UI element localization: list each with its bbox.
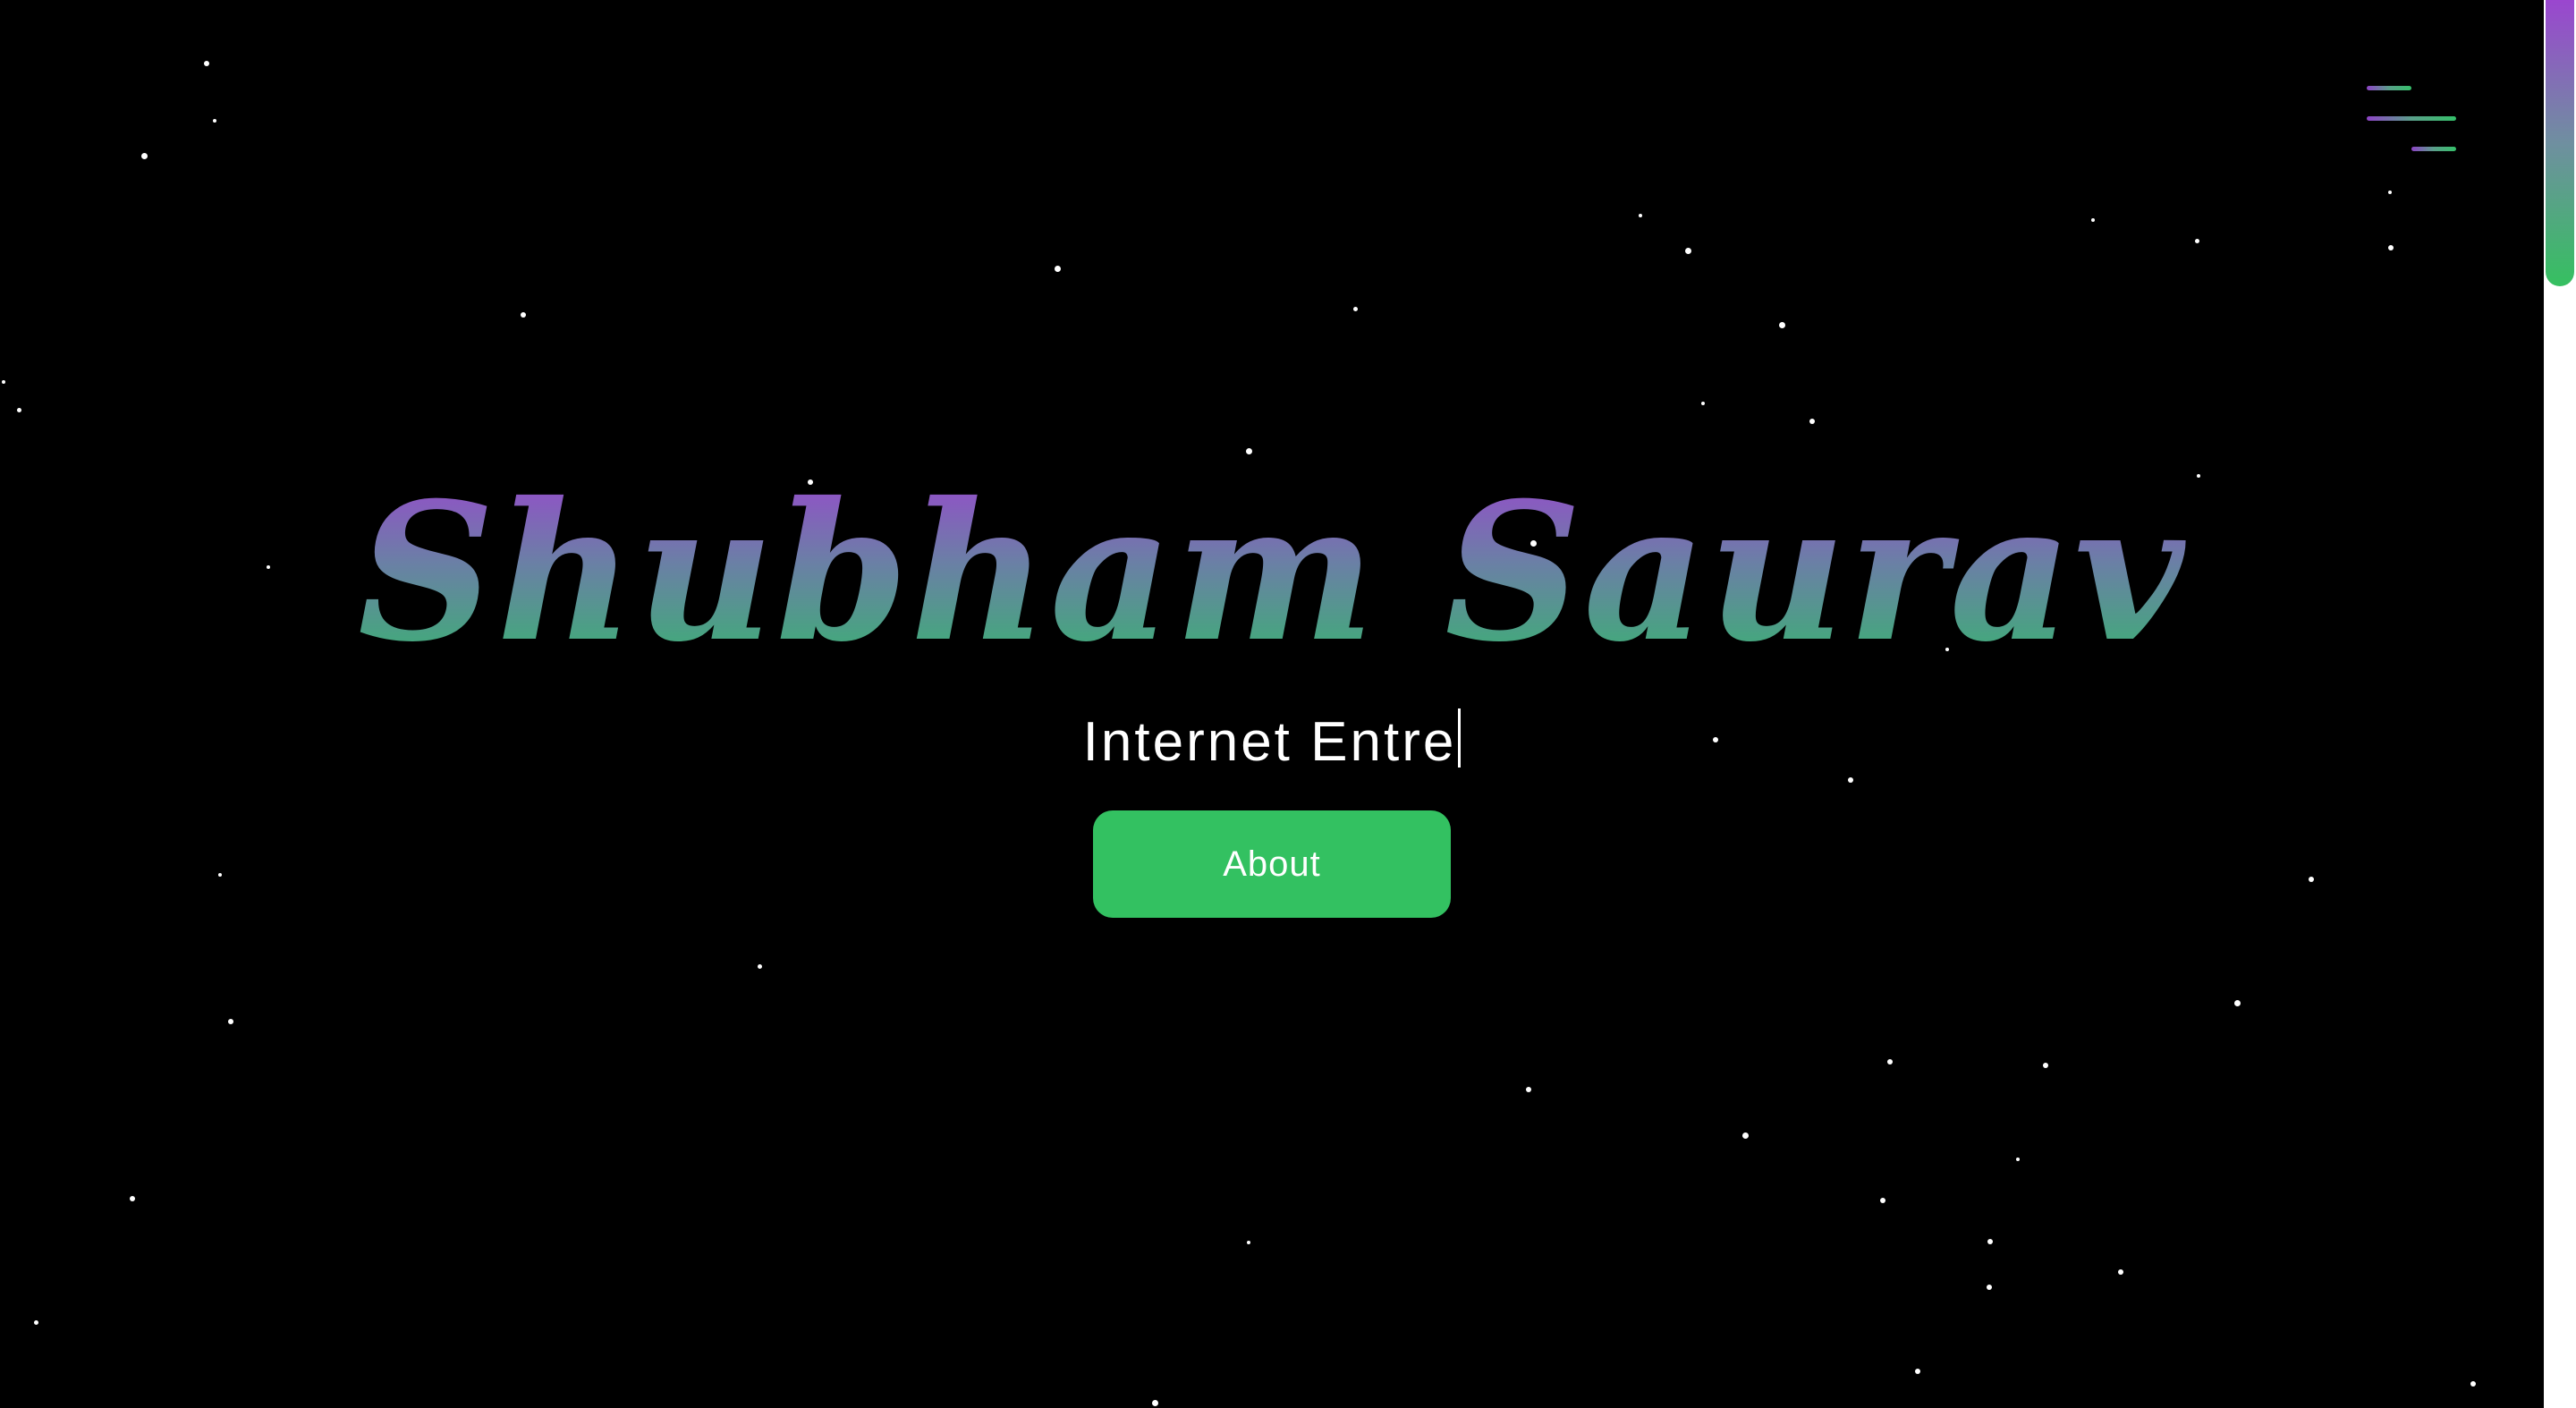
star [1987,1285,1992,1290]
star [1353,307,1358,311]
star [17,408,21,412]
hamburger-menu-icon [2367,86,2411,90]
star [2388,245,2394,250]
star [1701,402,1705,405]
hamburger-menu-icon-line [2411,147,2456,151]
star [1987,1239,1993,1244]
star [204,61,209,66]
star [2234,1000,2241,1006]
star [1246,448,1252,454]
page: Shubham Saurav Internet Entre About [0,0,2544,1408]
star [1915,1369,1920,1374]
star [213,119,216,123]
menu-button[interactable] [2361,81,2460,161]
star [1639,214,1642,217]
typing-caret [1458,708,1462,768]
subtitle-row: Internet Entre [0,707,2544,778]
star [141,153,148,159]
hero: Shubham Saurav [0,465,2544,680]
hamburger-menu-icon-line [2367,116,2456,121]
star [130,1196,135,1201]
star [1887,1059,1893,1064]
star [2118,1269,2123,1275]
star [34,1320,38,1325]
star [2470,1381,2476,1387]
scrollbar-thumb[interactable] [2546,0,2574,286]
star [758,964,762,969]
star [1779,322,1785,328]
starfield-background [0,0,2544,1408]
star [1742,1132,1749,1139]
star [1055,266,1061,272]
typed-subtitle: Internet Entre [1082,711,1457,773]
star [1685,248,1691,254]
star [2,380,5,384]
hero-name: Shubham Saurav [357,461,2187,683]
star [1526,1087,1531,1092]
scrollbar[interactable] [2544,0,2576,1408]
star [2388,191,2392,194]
star [2043,1063,2048,1068]
star [2016,1158,2020,1161]
star [1880,1198,1885,1203]
about-button[interactable]: About [1093,810,1451,918]
star [228,1019,233,1024]
star [1809,419,1815,424]
star [218,873,222,877]
star [521,312,526,318]
star [2195,239,2199,243]
star [1247,1241,1250,1244]
star [2091,218,2095,222]
star [2309,877,2314,882]
star [1152,1400,1158,1406]
